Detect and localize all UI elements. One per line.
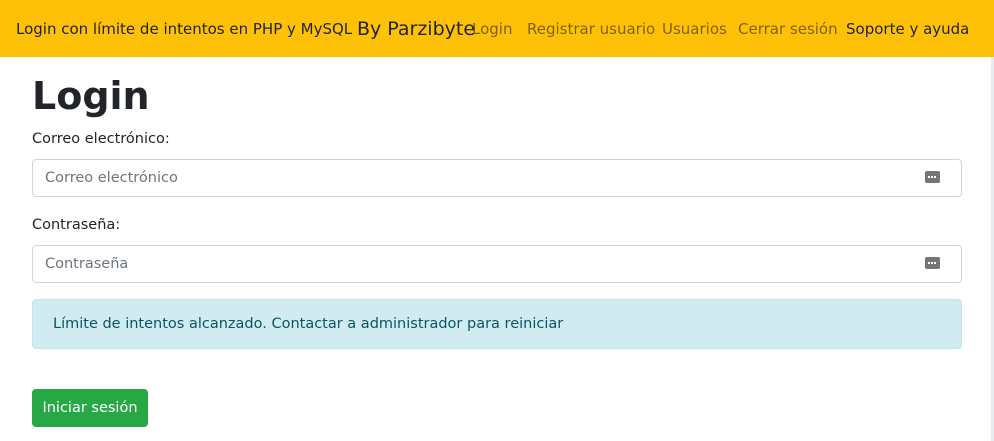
password-label: Contraseña: bbox=[32, 217, 121, 233]
password-field[interactable] bbox=[33, 246, 961, 282]
nav-link-usuarios[interactable]: Usuarios bbox=[662, 20, 727, 38]
keyboard-icon[interactable] bbox=[925, 171, 940, 183]
nav-link-login[interactable]: Login bbox=[472, 20, 512, 38]
login-button[interactable]: Iniciar sesión bbox=[32, 389, 148, 427]
brand-title: Login con límite de intentos en PHP y My… bbox=[16, 20, 353, 38]
email-field-wrapper bbox=[32, 159, 962, 197]
navbar-brand[interactable]: Login con límite de intentos en PHP y My… bbox=[16, 17, 476, 40]
page-title: Login bbox=[32, 74, 150, 118]
alert-message: Límite de intentos alcanzado. Contactar … bbox=[53, 316, 564, 332]
nav-link-cerrar-sesion[interactable]: Cerrar sesión bbox=[738, 20, 838, 38]
email-label: Correo electrónico: bbox=[32, 131, 170, 147]
brand-byline: By Parzibyte bbox=[356, 18, 476, 40]
navbar: Login con límite de intentos en PHP y My… bbox=[0, 0, 994, 57]
keyboard-icon[interactable] bbox=[925, 257, 940, 269]
nav-link-registrar-usuario[interactable]: Registrar usuario bbox=[527, 20, 655, 38]
password-field-wrapper bbox=[32, 245, 962, 283]
email-field[interactable] bbox=[33, 160, 961, 196]
nav-link-soporte-y-ayuda[interactable]: Soporte y ayuda bbox=[846, 20, 969, 38]
attempt-limit-alert: Límite de intentos alcanzado. Contactar … bbox=[32, 299, 962, 349]
